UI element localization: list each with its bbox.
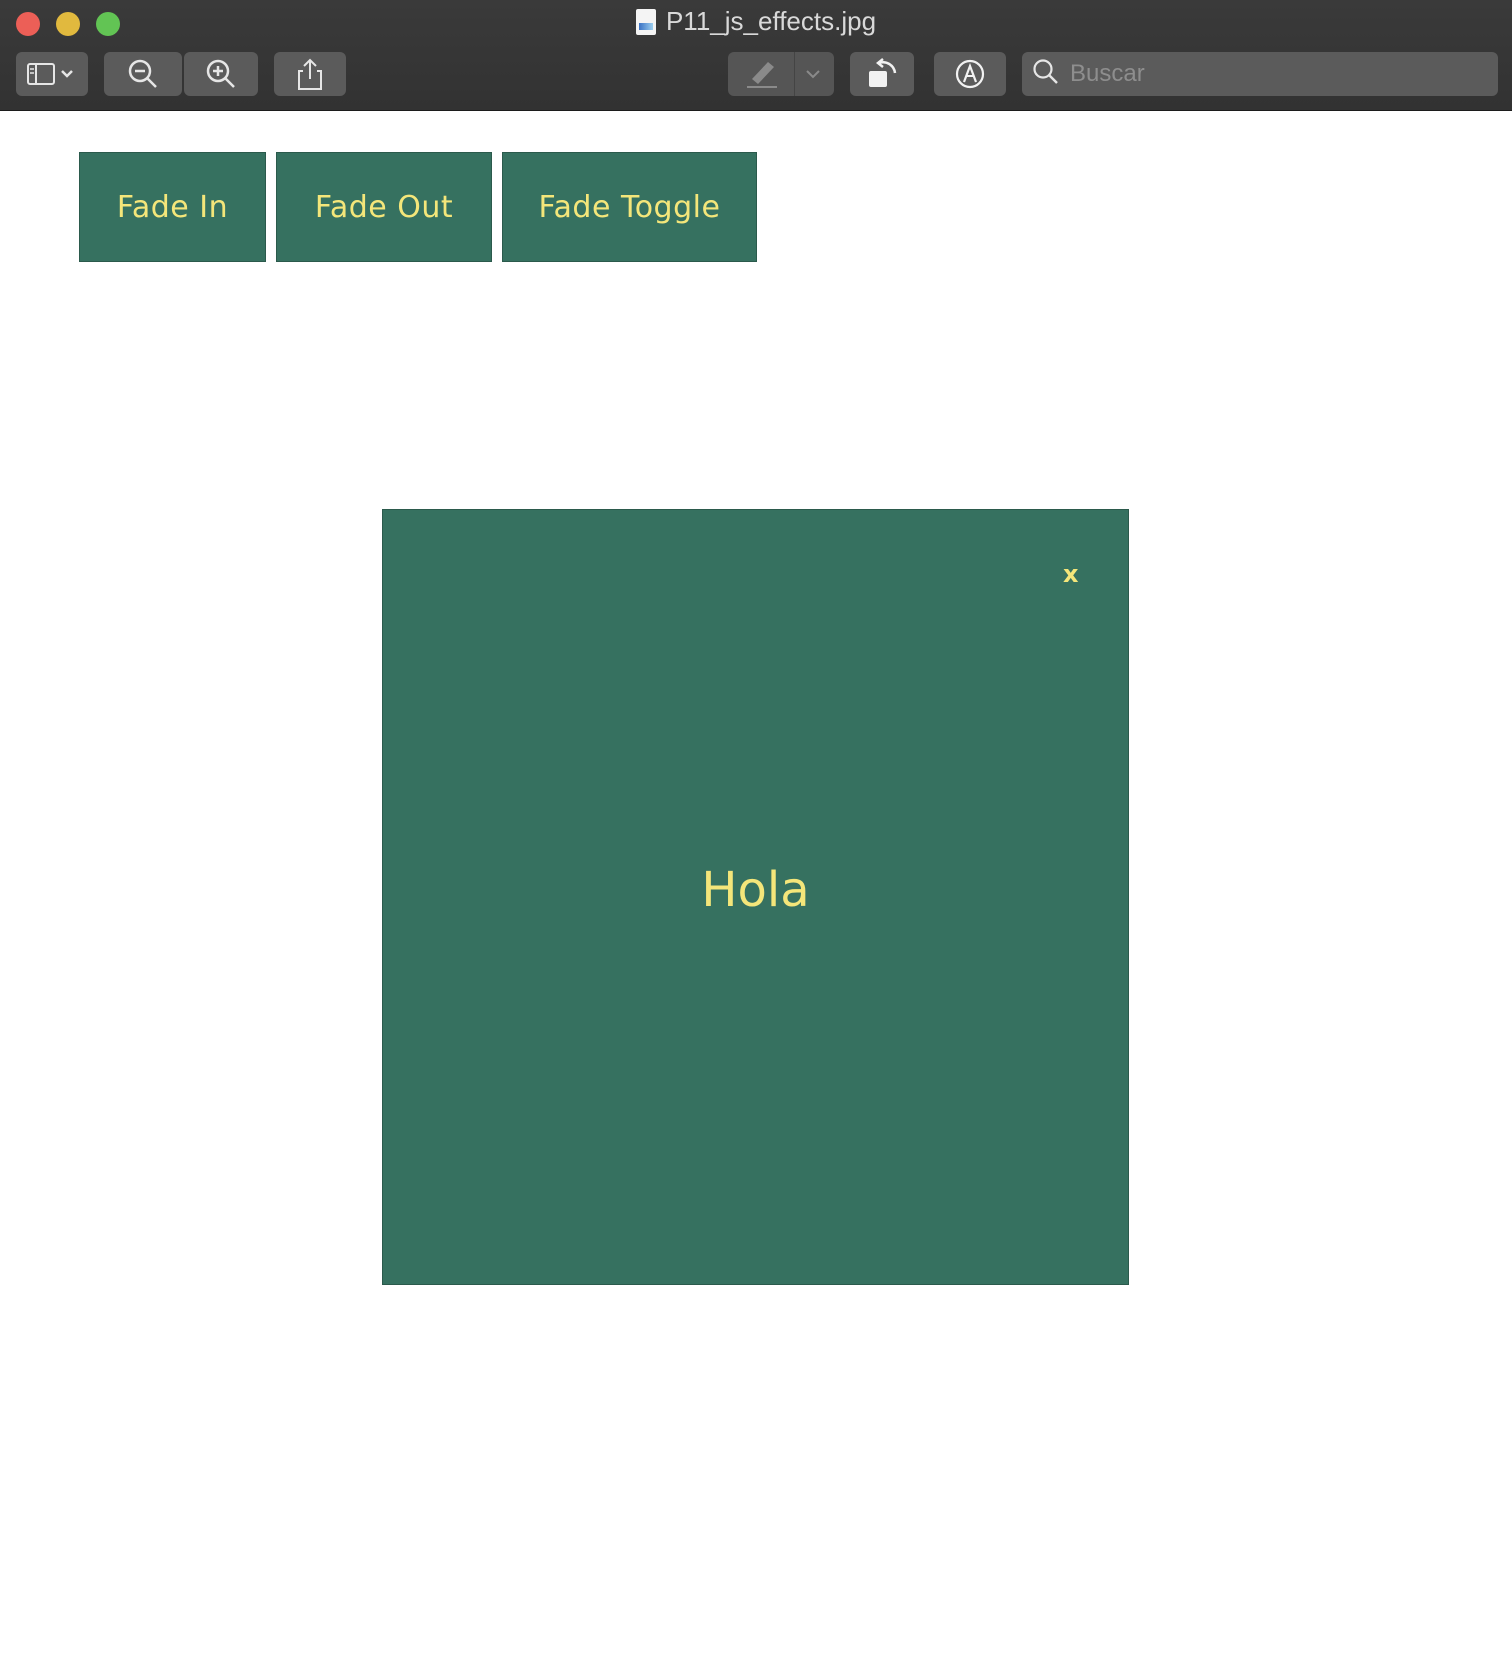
sidebar-toggle-icon [26,62,78,86]
document-icon [635,8,656,35]
markup-icon [954,58,986,90]
zoom-in-button[interactable] [184,52,258,96]
rotate-button[interactable] [850,52,914,96]
panel-text: Hola [701,862,810,918]
markup-button[interactable] [934,52,1006,96]
search-icon [1032,58,1060,90]
zoom-in-icon [205,58,237,90]
fade-panel: x Hola [382,509,1129,1285]
zoom-out-button[interactable] [104,52,182,96]
highlight-pen-icon [744,59,780,89]
share-icon [296,57,324,91]
fade-out-button[interactable]: Fade Out [276,152,492,262]
window-toolbar: P11_js_effects.jpg Buscar [0,0,1512,111]
chevron-down-icon[interactable] [802,66,824,82]
preview-window: P11_js_effects.jpg Buscar Fade In Fade O… [0,0,1512,1676]
close-panel-button[interactable]: x [1063,560,1078,588]
window-title: P11_js_effects.jpg [665,6,877,36]
fade-in-button[interactable]: Fade In [79,152,266,262]
zoom-out-icon [127,58,159,90]
image-content: Fade In Fade Out Fade Toggle x Hola [0,111,1512,1676]
search-placeholder: Buscar [1070,60,1145,87]
rotate-icon [865,57,899,91]
fade-toggle-button[interactable]: Fade Toggle [502,152,757,262]
divider [794,52,795,96]
highlight-button[interactable] [728,52,834,96]
window-title-bar: P11_js_effects.jpg [0,6,1512,42]
share-button[interactable] [274,52,346,96]
search-input[interactable]: Buscar [1022,52,1498,96]
sidebar-toggle-button[interactable] [16,52,88,96]
